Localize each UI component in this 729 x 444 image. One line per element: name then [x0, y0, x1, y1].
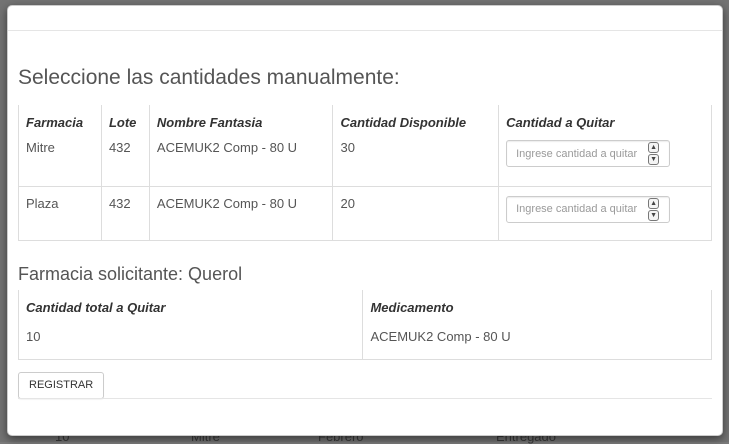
cell-total: 10 — [17, 321, 363, 360]
chevron-up-icon[interactable]: ▲ — [648, 142, 660, 153]
cell-farmacia: Mitre — [18, 136, 102, 187]
summary-table: Cantidad total a Quitar Medicamento 10 A… — [17, 290, 712, 360]
register-button[interactable]: REGISTRAR — [18, 372, 105, 399]
cell-nombre: ACEMUK2 Comp - 80 U — [148, 136, 333, 187]
col-header-farmacia: Farmacia — [18, 105, 102, 136]
col-header-total: Cantidad total a Quitar — [17, 290, 363, 321]
cell-lote: 432 — [100, 186, 150, 241]
modal-header — [8, 6, 722, 31]
table-row: Mitre 432 ACEMUK2 Comp - 80 U 30 ▲ ▼ — [18, 136, 712, 187]
requesting-pharmacy-label: Farmacia solicitante: Querol — [18, 264, 243, 284]
modal-footer-divider — [18, 398, 712, 399]
col-header-disponible: Cantidad Disponible — [332, 105, 499, 136]
table-header-row: Cantidad total a Quitar Medicamento — [17, 290, 712, 321]
stepper-controls: ▲ ▼ — [648, 197, 660, 221]
quantity-input[interactable] — [507, 141, 648, 166]
modal-dialog: Seleccione las cantidades manualmente: F… — [7, 5, 723, 436]
modal-heading: Seleccione las cantidades manualmente: — [18, 66, 400, 89]
cell-farmacia: Plaza — [18, 186, 102, 241]
cell-lote: 432 — [100, 136, 150, 187]
col-header-cantidad-quitar: Cantidad a Quitar — [498, 105, 712, 136]
stepper-controls: ▲ ▼ — [648, 142, 660, 165]
cell-nombre: ACEMUK2 Comp - 80 U — [148, 186, 333, 241]
quantity-input[interactable] — [507, 196, 648, 222]
table-row: Plaza 432 ACEMUK2 Comp - 80 U 20 ▲ ▼ — [18, 186, 712, 241]
cell-cantidad-quitar: ▲ ▼ — [498, 186, 712, 241]
cell-disponible: 20 — [332, 186, 499, 241]
col-header-lote: Lote — [100, 105, 150, 136]
stock-table: Farmacia Lote Nombre Fantasia Cantidad D… — [18, 105, 712, 241]
col-header-medicamento: Medicamento — [362, 290, 712, 321]
col-header-nombre: Nombre Fantasia — [148, 105, 333, 136]
table-row: 10 ACEMUK2 Comp - 80 U — [17, 321, 712, 360]
cell-medicamento: ACEMUK2 Comp - 80 U — [362, 321, 712, 360]
chevron-up-icon[interactable]: ▲ — [648, 197, 660, 209]
quantity-stepper[interactable]: ▲ ▼ — [506, 140, 671, 167]
quantity-stepper[interactable]: ▲ ▼ — [506, 195, 671, 223]
chevron-down-icon[interactable]: ▼ — [648, 154, 660, 165]
cell-disponible: 30 — [332, 136, 499, 187]
cell-cantidad-quitar: ▲ ▼ — [498, 136, 712, 187]
chevron-down-icon[interactable]: ▼ — [648, 209, 660, 221]
table-header-row: Farmacia Lote Nombre Fantasia Cantidad D… — [18, 105, 712, 136]
